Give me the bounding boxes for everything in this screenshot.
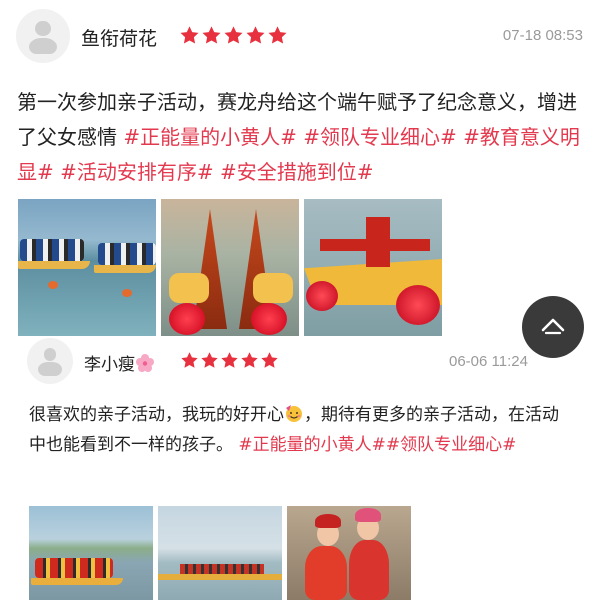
review-tag[interactable]: #安全措施到位# bbox=[220, 160, 374, 184]
lake-boats-photo[interactable] bbox=[158, 506, 282, 600]
star-icon bbox=[261, 352, 278, 368]
scroll-to-top-button[interactable] bbox=[522, 296, 584, 358]
team-rowing-photo[interactable] bbox=[29, 506, 153, 600]
star-icon bbox=[201, 352, 218, 368]
dragon-heads-photo[interactable] bbox=[161, 199, 299, 336]
review-time: 07-18 08:53 bbox=[502, 27, 583, 44]
star-icon bbox=[268, 26, 287, 44]
review-body: 很喜欢的亲子活动，我玩的好开心 bbox=[29, 405, 284, 425]
review-card: 李小瘦 06-06 11:24 很喜欢的亲子活动，我玩的好开心 ，期待有更多的亲子… bbox=[0, 338, 600, 600]
reviewer-name-text: 李小瘦 bbox=[84, 355, 135, 375]
review-photos bbox=[18, 199, 442, 336]
star-icon bbox=[180, 26, 199, 44]
review-card: 鱼衔荷花 07-18 08:53 第一次参加亲子活动，赛龙舟给这个端午赋予了纪念… bbox=[0, 0, 600, 340]
party-face-icon bbox=[286, 405, 302, 422]
avatar[interactable] bbox=[16, 9, 70, 63]
star-icon bbox=[221, 352, 238, 368]
dragon-boat-photo[interactable] bbox=[304, 199, 442, 336]
star-icon bbox=[246, 26, 265, 44]
star-icon bbox=[241, 352, 258, 368]
review-tag[interactable]: #领队专业细心# bbox=[386, 435, 517, 455]
chevron-up-icon bbox=[541, 318, 565, 335]
kids-in-boat-photo[interactable] bbox=[287, 506, 411, 600]
reviewer-name[interactable]: 李小瘦 bbox=[84, 350, 155, 375]
cherry-blossom-icon bbox=[136, 354, 154, 372]
review-tag[interactable]: #正能量的小黄人# bbox=[238, 435, 386, 455]
star-icon bbox=[181, 352, 198, 368]
review-tag[interactable]: #活动安排有序# bbox=[60, 160, 214, 184]
star-icon bbox=[202, 26, 221, 44]
review-tag[interactable]: #领队专业细心# bbox=[303, 125, 457, 149]
review-time: 06-06 11:24 bbox=[449, 353, 528, 370]
avatar[interactable] bbox=[27, 338, 73, 384]
review-photos bbox=[29, 506, 411, 600]
review-text: 很喜欢的亲子活动，我玩的好开心 ，期待有更多的亲子活动，在活动中也能看到不一样的孩… bbox=[29, 400, 559, 460]
reviewer-name[interactable]: 鱼衔荷花 bbox=[81, 24, 157, 51]
review-tag[interactable]: #正能量的小黄人# bbox=[123, 125, 297, 149]
dragon-boat-race-photo[interactable] bbox=[18, 199, 156, 336]
star-icon bbox=[224, 26, 243, 44]
rating-stars bbox=[180, 351, 279, 370]
rating-stars bbox=[179, 25, 288, 46]
review-text: 第一次参加亲子活动，赛龙舟给这个端午赋予了纪念意义，增进了父女感情 #正能量的小… bbox=[17, 85, 587, 190]
